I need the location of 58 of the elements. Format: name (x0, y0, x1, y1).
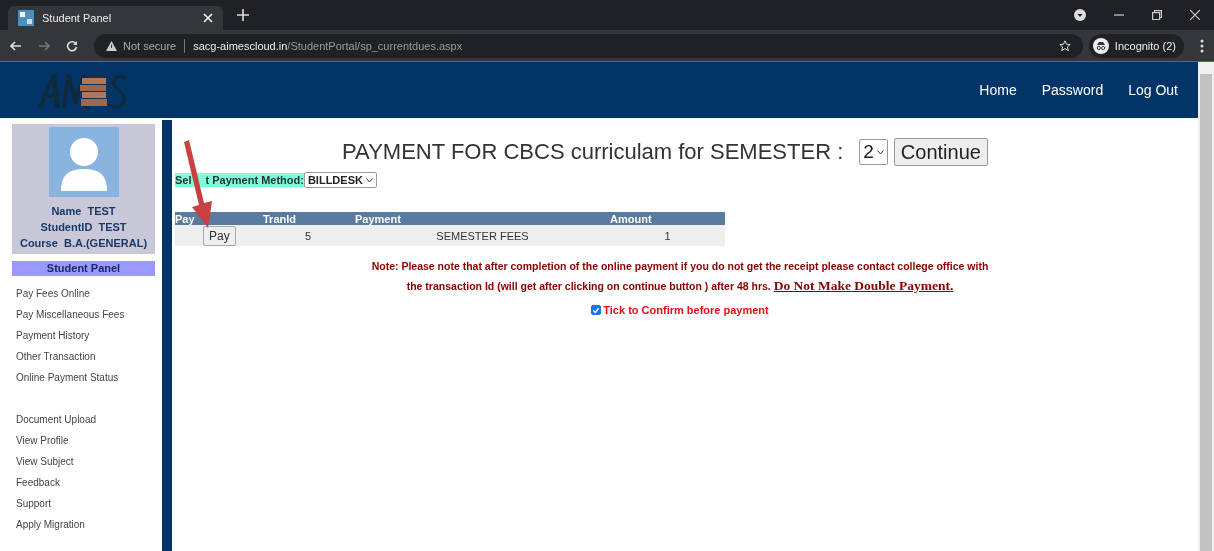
sidebar-link[interactable]: Payment History (16, 325, 160, 346)
back-icon[interactable] (10, 39, 22, 52)
security-label: Not secure (123, 39, 177, 52)
confirm-label: Tick to Confirm before payment (603, 304, 769, 316)
star-icon[interactable] (1058, 39, 1071, 52)
payment-note: Note: Please note that after completion of the online payment if you do not get the receipt please contact college office with the transaction Id (will get after clicking on continue button ) after 48 hrs. Do Not Make Double Payment. (370, 259, 990, 295)
column-header: Pay (175, 212, 195, 225)
sidebar-link[interactable]: View Subject (16, 451, 160, 472)
table-cell: 1 (664, 229, 671, 242)
site-favicon-icon (18, 10, 34, 26)
avatar-icon (48, 127, 119, 197)
incognito-icon (1092, 37, 1109, 54)
close-icon[interactable] (1190, 10, 1200, 20)
table-cell: 5 (305, 229, 312, 242)
sidebar-link[interactable]: Apply Migration (16, 514, 160, 535)
sidebar-link[interactable]: Online Payment Status (16, 367, 160, 388)
payment-method-label: Sel (175, 173, 192, 187)
scrollbar[interactable] (1198, 62, 1214, 551)
sidebar-link[interactable]: View Profile (16, 430, 160, 451)
sidebar-link[interactable]: Other Transaction (16, 346, 160, 367)
reload-icon[interactable] (66, 39, 78, 52)
warning-icon (106, 40, 117, 51)
column-header: Payment (355, 212, 401, 225)
profile-field: Name TEST (51, 203, 116, 219)
address-bar[interactable]: Not secure sacg-aimescloud.in/StudentPortal/sp_currentdues.aspx (94, 33, 1083, 58)
sidebar-link[interactable]: Support (16, 493, 160, 514)
column-header: Amount (610, 212, 652, 225)
menu-icon[interactable] (1200, 38, 1204, 53)
chevron-down-icon (876, 149, 884, 155)
continue-button[interactable]: Continue (893, 138, 988, 166)
url-text: sacg-aimescloud.in/StudentPortal/sp_currentdues.aspx (193, 39, 463, 52)
new-tab-icon[interactable] (237, 9, 249, 21)
sidebar-link[interactable]: Feedback (16, 472, 160, 493)
profile-field: Course B.A.(GENERAL) (19, 235, 148, 251)
restore-icon[interactable] (1152, 10, 1162, 20)
table-cell: SEMESTER FEES (436, 229, 529, 242)
semester-select[interactable]: 2 (859, 139, 888, 165)
sidebar-link[interactable]: Document Upload (16, 409, 160, 430)
sidebar-link[interactable]: Pay Miscellaneous Fees (16, 304, 160, 325)
nav-link[interactable]: Home (979, 82, 1017, 98)
chevron-down-icon (365, 177, 373, 183)
payment-method-select[interactable]: BILLDESK (303, 172, 377, 188)
browser-tab[interactable]: Student Panel (8, 6, 223, 30)
page-title: PAYMENT FOR CBCS curriculam for SEMESTER : (342, 139, 844, 165)
panel-title: Student Panel (12, 261, 155, 276)
tab-title: Student Panel (42, 12, 113, 24)
column-header: TranId (263, 212, 296, 225)
pay-button[interactable]: Pay (203, 225, 236, 246)
payment-method-label: t Payment Method: (205, 173, 304, 187)
profile-dot-icon[interactable] (1074, 9, 1086, 21)
incognito-profile-button[interactable]: Incognito (2) (1088, 33, 1184, 58)
close-tab-icon[interactable] (203, 13, 213, 23)
forward-icon[interactable] (38, 39, 50, 52)
confirm-checkbox[interactable] (591, 305, 602, 315)
nav-link[interactable]: Log Out (1128, 82, 1178, 98)
nav-link[interactable]: Password (1041, 82, 1104, 98)
sidebar-link[interactable]: Pay Fees Online (16, 283, 160, 304)
profile-field: StudentID TEST (40, 219, 127, 235)
